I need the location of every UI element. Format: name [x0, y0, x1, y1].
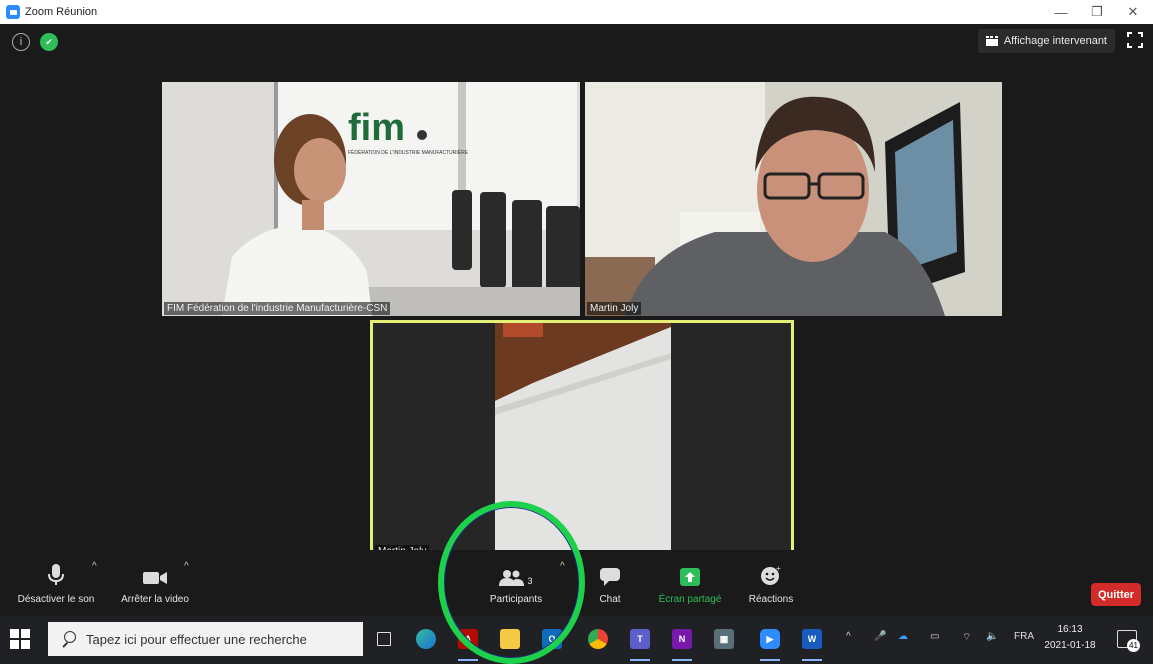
- mute-label: Désactiver le son: [17, 594, 95, 605]
- window-title: Zoom Réunion: [25, 6, 98, 18]
- maximize-button[interactable]: ❐: [1079, 0, 1115, 24]
- participants-count: 3: [527, 576, 533, 586]
- notifications-icon[interactable]: 41: [1117, 630, 1140, 652]
- word-icon[interactable]: W: [798, 625, 826, 661]
- participants-label: Participants: [489, 594, 543, 605]
- teams-icon[interactable]: T: [626, 625, 654, 661]
- chrome-icon[interactable]: [584, 625, 612, 653]
- view-button-label: Affichage intervenant: [1003, 35, 1107, 47]
- file-explorer-icon[interactable]: [496, 625, 524, 653]
- windows-taskbar: Tapez ici pour effectuer une recherche A…: [0, 616, 1153, 664]
- clock-date: 2021-01-18: [1044, 640, 1096, 651]
- onedrive-cloud-icon[interactable]: ☁: [898, 631, 908, 642]
- zoom-logo-icon: [6, 5, 20, 19]
- svg-text:+: +: [776, 564, 781, 573]
- fullscreen-icon[interactable]: [1127, 32, 1143, 48]
- participants-icon: [499, 570, 525, 586]
- language-indicator[interactable]: FRA: [1014, 631, 1034, 642]
- microphone-tray-icon[interactable]: 🎤: [874, 631, 886, 642]
- task-view-icon[interactable]: [370, 625, 398, 653]
- close-button[interactable]: ✕: [1115, 0, 1151, 24]
- mute-button[interactable]: Désactiver le son: [12, 550, 100, 616]
- fim-logo-text: fim: [348, 107, 405, 149]
- info-icon[interactable]: i: [12, 33, 30, 51]
- participant-name-label: FIM Fédération de l'industrie Manufactur…: [164, 302, 391, 315]
- chat-bubble-icon: [600, 556, 620, 586]
- video-camera-icon: [143, 556, 167, 586]
- video-options-chevron-icon[interactable]: ^: [184, 561, 189, 572]
- zoom-window: Zoom Réunion — ❐ ✕ i ✔ Affichage interve…: [0, 0, 1153, 664]
- windows-start-icon[interactable]: [10, 629, 30, 649]
- fim-video-feed: fim FÉDÉRATION DE L'INDUSTRIE MANUFACTUR…: [162, 82, 580, 316]
- share-screen-button[interactable]: Écran partagé: [652, 550, 728, 616]
- reactions-label: Réactions: [748, 594, 794, 605]
- outlook-icon[interactable]: O: [538, 625, 566, 653]
- chat-label: Chat: [599, 594, 621, 605]
- share-screen-label: Écran partagé: [658, 594, 722, 605]
- title-bar: Zoom Réunion — ❐ ✕: [0, 0, 1153, 24]
- calculator-icon[interactable]: ▦: [710, 625, 738, 653]
- search-placeholder: Tapez ici pour effectuer une recherche: [86, 631, 307, 647]
- video-tile-martin-joly[interactable]: Martin Joly: [585, 82, 1002, 316]
- battery-icon[interactable]: ▭: [930, 631, 939, 642]
- fim-logo-subtext: FÉDÉRATION DE L'INDUSTRIE MANUFACTURIÈRE: [348, 149, 469, 156]
- microphone-icon: [48, 556, 64, 586]
- zoom-taskbar-icon[interactable]: ▶: [756, 625, 784, 661]
- meeting-area: i ✔ Affichage intervenant fim FÉDÉRATION…: [0, 24, 1153, 616]
- notifications-count-badge: 41: [1127, 639, 1140, 652]
- reactions-button[interactable]: + Réactions: [740, 550, 802, 616]
- acrobat-icon[interactable]: A: [454, 625, 482, 661]
- wifi-icon[interactable]: ⌔: [962, 631, 971, 644]
- security-shield-icon[interactable]: ✔: [40, 33, 58, 51]
- stop-video-label: Arrêter la video: [121, 594, 189, 605]
- video-tile-fim[interactable]: fim FÉDÉRATION DE L'INDUSTRIE MANUFACTUR…: [162, 82, 580, 316]
- participant-name-label: Martin Joly: [587, 302, 642, 315]
- volume-icon[interactable]: 🔈: [986, 631, 998, 642]
- audio-options-chevron-icon[interactable]: ^: [92, 561, 97, 572]
- chat-button[interactable]: Chat: [590, 550, 630, 616]
- active-speaker-video-feed: [373, 323, 791, 559]
- clock-time: 16:13: [1057, 624, 1083, 635]
- share-screen-icon: [680, 556, 700, 586]
- show-hidden-icons-chevron-icon[interactable]: ^: [846, 631, 851, 642]
- participants-icon-group: 3: [499, 556, 533, 586]
- minimize-button[interactable]: —: [1043, 0, 1079, 24]
- video-tile-martin-joly-active-speaker[interactable]: Martin Joly: [370, 320, 794, 562]
- meeting-controls-toolbar: Désactiver le son ^ Arrêter la video ^ 3…: [0, 550, 1153, 616]
- speaker-view-button[interactable]: Affichage intervenant: [977, 29, 1115, 53]
- participants-button[interactable]: 3 Participants: [478, 550, 554, 616]
- search-icon: [60, 631, 76, 647]
- martin-video-feed: [585, 82, 1002, 316]
- onenote-icon[interactable]: N: [668, 625, 696, 661]
- participants-options-chevron-icon[interactable]: ^: [560, 561, 565, 572]
- reactions-smiley-icon: +: [760, 556, 782, 586]
- system-clock[interactable]: 16:13 2021-01-18: [1043, 622, 1097, 654]
- stop-video-button[interactable]: Arrêter la video: [110, 550, 200, 616]
- edge-browser-icon[interactable]: [412, 625, 440, 653]
- view-grid-icon: [985, 36, 998, 46]
- quit-meeting-button[interactable]: Quitter: [1091, 583, 1141, 606]
- taskbar-search-box[interactable]: Tapez ici pour effectuer une recherche: [48, 622, 363, 656]
